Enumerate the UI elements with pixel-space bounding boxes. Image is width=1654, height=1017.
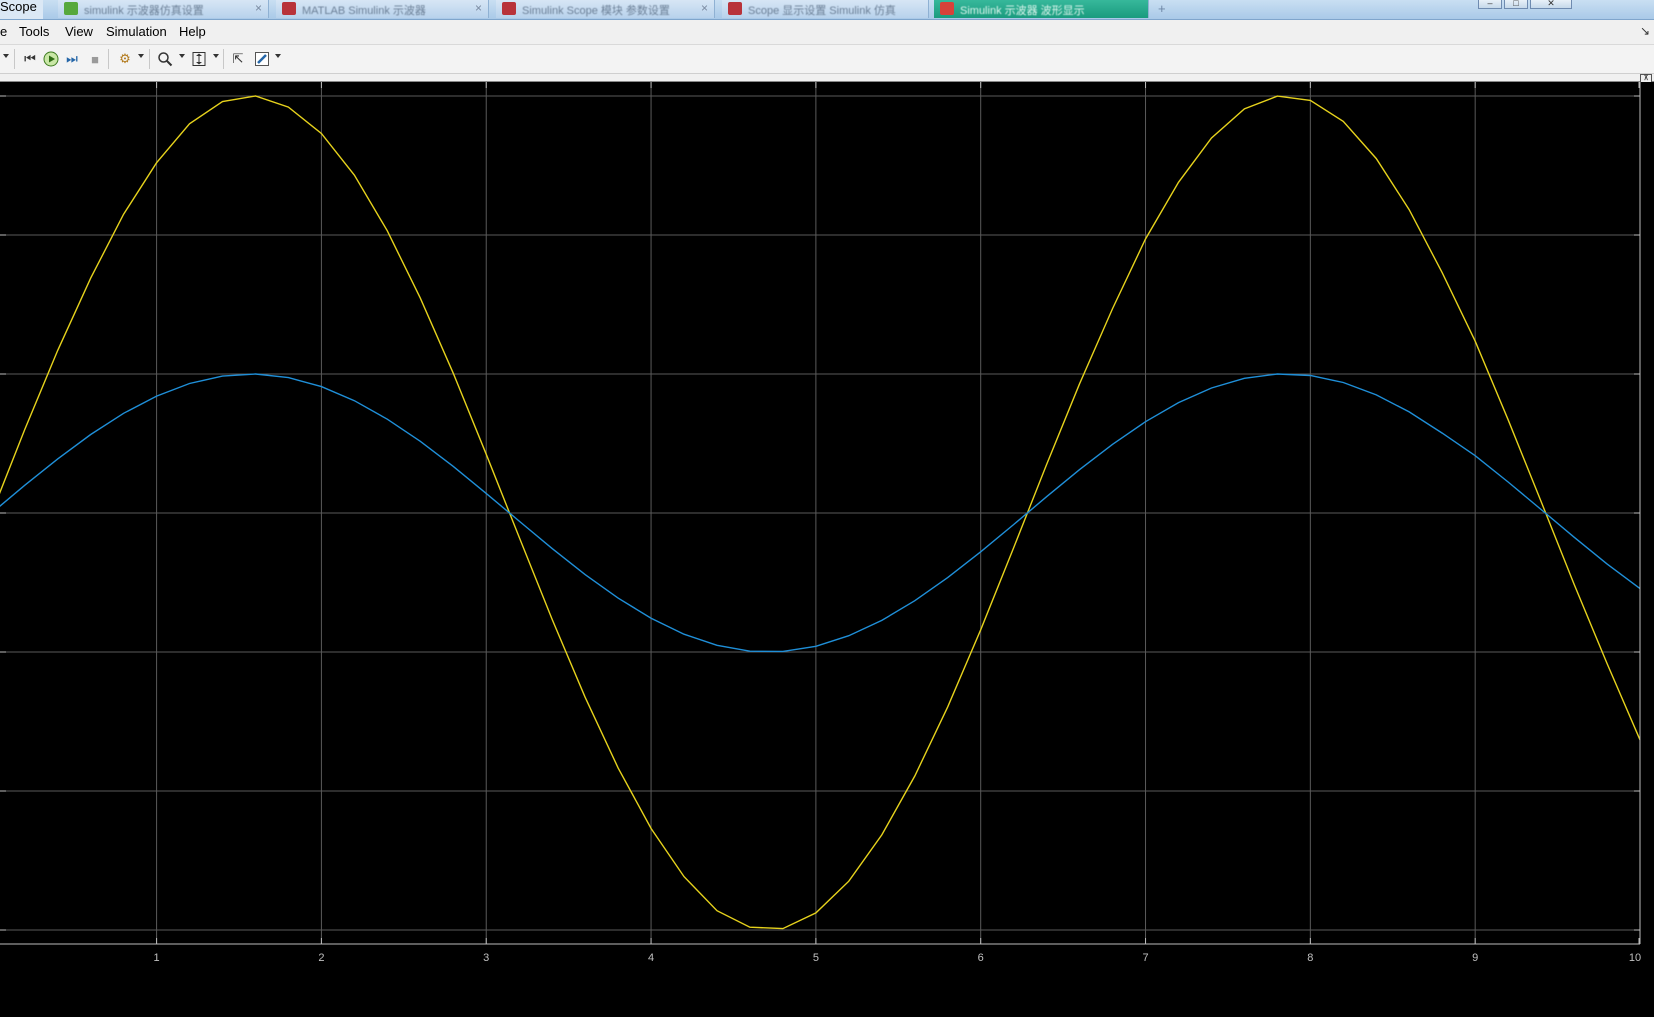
window-title: Scope <box>0 0 43 19</box>
x-tick-label: 6 <box>978 952 984 964</box>
close-icon[interactable]: × <box>701 1 708 15</box>
tab-label: Simulink Scope 模块 参数设置 <box>522 5 670 17</box>
menu-help[interactable]: Help <box>179 24 206 39</box>
toolbar-separator <box>149 49 150 69</box>
window-tab-strip: Scope simulink 示波器仿真设置 × MATLAB Simulink… <box>0 0 1654 20</box>
dropdown-arrow-icon[interactable] <box>213 54 219 58</box>
zoom-icon[interactable] <box>156 50 174 68</box>
menu-file[interactable]: e <box>0 24 7 39</box>
x-tick-label: 4 <box>648 952 654 964</box>
x-tick-label: 9 <box>1472 952 1478 964</box>
toolbar: ⏮ ⏭ ■ ⚙ ⇱ <box>0 45 1654 74</box>
scale-axes-frame <box>192 52 206 66</box>
x-tick-label: 2 <box>318 952 324 964</box>
minimize-button[interactable]: – <box>1478 0 1502 9</box>
scale-axes-icon[interactable] <box>190 50 208 68</box>
window-tab-4[interactable]: Scope 显示设置 Simulink 仿真 <box>722 0 929 18</box>
menu-simulation[interactable]: Simulation <box>106 24 167 39</box>
toolbar-separator <box>223 49 224 69</box>
close-icon[interactable]: × <box>475 1 482 15</box>
window-tab-1[interactable]: simulink 示波器仿真设置 × <box>58 0 269 18</box>
dropdown-arrow-icon[interactable] <box>138 54 144 58</box>
x-tick-label: 5 <box>813 952 819 964</box>
dropdown-arrow-icon[interactable] <box>179 54 185 58</box>
dock-arrow-icon[interactable]: ↘ <box>1640 24 1650 38</box>
close-icon[interactable]: × <box>255 1 262 15</box>
tab-label: Scope 显示设置 Simulink 仿真 <box>748 5 896 17</box>
app-icon <box>502 2 516 15</box>
plot-background <box>0 82 1654 1017</box>
menu-bar: e Tools View Simulation Help ↘ <box>0 20 1654 45</box>
plot-right-margin <box>1641 82 1654 1017</box>
maximize-button[interactable]: □ <box>1504 0 1528 9</box>
window-tab-5-active[interactable]: Simulink 示波器 波形显示 <box>934 0 1149 18</box>
menu-view[interactable]: View <box>65 24 93 39</box>
x-tick-label: 7 <box>1142 952 1148 964</box>
x-tick-label: 8 <box>1307 952 1313 964</box>
stop-icon[interactable]: ■ <box>86 50 104 68</box>
run-circle <box>43 51 59 67</box>
tab-label: Simulink 示波器 波形显示 <box>960 5 1085 17</box>
new-tab-button[interactable]: + <box>1158 1 1166 16</box>
window-tab-3[interactable]: Simulink Scope 模块 参数设置 × <box>496 0 715 18</box>
cursor-measure-icon[interactable]: ⇱ <box>229 50 247 68</box>
x-tick-label: 1 <box>154 952 160 964</box>
dropdown-arrow-icon[interactable] <box>3 54 9 58</box>
toolbar-separator <box>108 49 109 69</box>
plot-top-border <box>0 74 1654 82</box>
signal-settings-icon[interactable]: ⚙ <box>116 50 134 68</box>
tab-label: MATLAB Simulink 示波器 <box>302 5 426 17</box>
app-icon <box>728 2 742 15</box>
x-tick-label: 3 <box>483 952 489 964</box>
scope-plot-area[interactable]: 1 2 3 4 5 6 7 8 9 10 <box>0 82 1654 1017</box>
window-tab-2[interactable]: MATLAB Simulink 示波器 × <box>276 0 489 18</box>
app-icon <box>940 2 954 15</box>
run-icon[interactable] <box>42 50 60 68</box>
dropdown-arrow-icon[interactable] <box>275 54 281 58</box>
close-window-button[interactable]: ✕ <box>1530 0 1572 9</box>
step-forward-icon[interactable]: ⏭ <box>63 50 81 68</box>
tab-label: simulink 示波器仿真设置 <box>84 5 204 17</box>
app-icon <box>64 2 78 15</box>
toolbar-separator <box>14 49 15 69</box>
menu-tools[interactable]: Tools <box>19 24 49 39</box>
zoom-glass <box>158 52 173 67</box>
style-pencil <box>255 52 269 66</box>
style-icon[interactable] <box>253 50 271 68</box>
app-icon <box>282 2 296 15</box>
step-back-icon[interactable]: ⏮ <box>21 50 39 68</box>
x-tick-label: 10 <box>1629 952 1641 964</box>
